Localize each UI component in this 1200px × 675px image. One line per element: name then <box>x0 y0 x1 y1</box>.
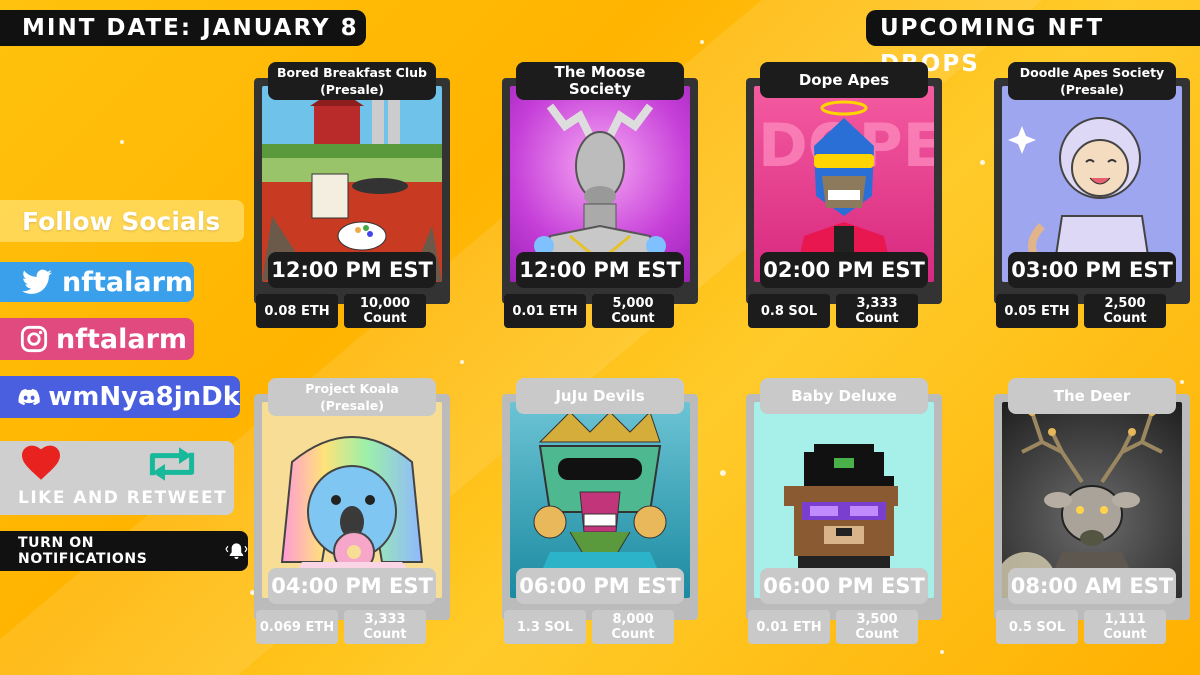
discord-invite-text: wmNya8jnDk <box>48 382 240 412</box>
drop-count: 3,333 Count <box>344 610 426 644</box>
instagram-handle-text: nftalarm <box>56 323 188 355</box>
count-value: 5,000 <box>612 296 654 311</box>
count-value: 3,333 <box>364 612 406 627</box>
drop-count: 10,000 Count <box>344 294 426 328</box>
drop-count: 3,333 Count <box>836 294 918 328</box>
drop-name: The Moose Society <box>516 62 684 100</box>
drop-name: The Deer <box>1008 378 1176 414</box>
drop-price: 0.08 ETH <box>256 294 338 328</box>
discord-invite[interactable]: wmNya8jnDk <box>0 376 240 418</box>
like-retweet-text: LIKE AND RETWEET <box>18 488 228 508</box>
instagram-handle[interactable]: nftalarm <box>0 318 194 360</box>
count-label: Count <box>855 627 899 642</box>
count-label: Count <box>363 627 407 642</box>
count-label: Count <box>855 311 899 326</box>
notifications-text: TURN ON NOTIFICATIONS <box>18 535 148 567</box>
drop-count: 5,000 Count <box>592 294 674 328</box>
drop-count: 1,111 Count <box>1084 610 1166 644</box>
count-label: Count <box>363 311 407 326</box>
drop-time: 04:00 PM EST <box>268 568 436 604</box>
count-value: 3,333 <box>856 296 898 311</box>
drop-name: Dope Apes <box>760 62 928 98</box>
drop-price: 1.3 SOL <box>504 610 586 644</box>
drop-count: 3,500 Count <box>836 610 918 644</box>
drop-name: Bored Breakfast Club (Presale) <box>268 62 436 100</box>
twitter-bird-icon <box>22 269 52 294</box>
bell-icon <box>225 543 248 560</box>
drop-time: 06:00 PM EST <box>760 568 928 604</box>
twitter-handle[interactable]: nftalarm <box>0 262 194 302</box>
follow-socials-label: Follow Socials <box>0 200 244 242</box>
heart-icon <box>22 445 60 480</box>
count-value: 2,500 <box>1104 296 1146 311</box>
drop-name: Project Koala (Presale) <box>268 378 436 416</box>
count-label: Count <box>611 627 655 642</box>
notifications-callout: TURN ON NOTIFICATIONS <box>0 531 248 571</box>
follow-text: Follow Socials <box>22 206 221 236</box>
drop-price: 0.069 ETH <box>256 610 338 644</box>
twitter-handle-text: nftalarm <box>62 266 194 298</box>
count-label: Count <box>611 311 655 326</box>
drop-name: Doodle Apes Society (Presale) <box>1008 62 1176 100</box>
drop-price: 0.8 SOL <box>748 294 830 328</box>
drop-price: 0.01 ETH <box>748 610 830 644</box>
retweet-icon <box>149 447 195 481</box>
drop-time: 12:00 PM EST <box>268 252 436 288</box>
drop-price: 0.01 ETH <box>504 294 586 328</box>
discord-icon <box>18 388 40 406</box>
drop-time: 02:00 PM EST <box>760 252 928 288</box>
count-label: Count <box>1103 311 1147 326</box>
drop-time: 06:00 PM EST <box>516 568 684 604</box>
drop-time: 03:00 PM EST <box>1008 252 1176 288</box>
drop-time: 12:00 PM EST <box>516 252 684 288</box>
drop-name: Baby Deluxe <box>760 378 928 414</box>
count-value: 3,500 <box>856 612 898 627</box>
drop-price: 0.5 SOL <box>996 610 1078 644</box>
drop-price: 0.05 ETH <box>996 294 1078 328</box>
count-value: 8,000 <box>612 612 654 627</box>
drop-count: 2,500 Count <box>1084 294 1166 328</box>
drop-time: 08:00 AM EST <box>1008 568 1176 604</box>
page-title: UPCOMING NFT DROPS <box>866 10 1200 77</box>
count-label: Count <box>1103 627 1147 642</box>
count-value: 10,000 <box>359 296 411 311</box>
drop-name: JuJu Devils <box>516 378 684 414</box>
count-value: 1,111 <box>1104 612 1146 627</box>
drop-count: 8,000 Count <box>592 610 674 644</box>
instagram-icon <box>20 325 48 353</box>
mint-date-banner: MINT DATE: JANUARY 8 <box>0 10 366 46</box>
like-and-retweet[interactable]: LIKE AND RETWEET <box>0 441 234 515</box>
